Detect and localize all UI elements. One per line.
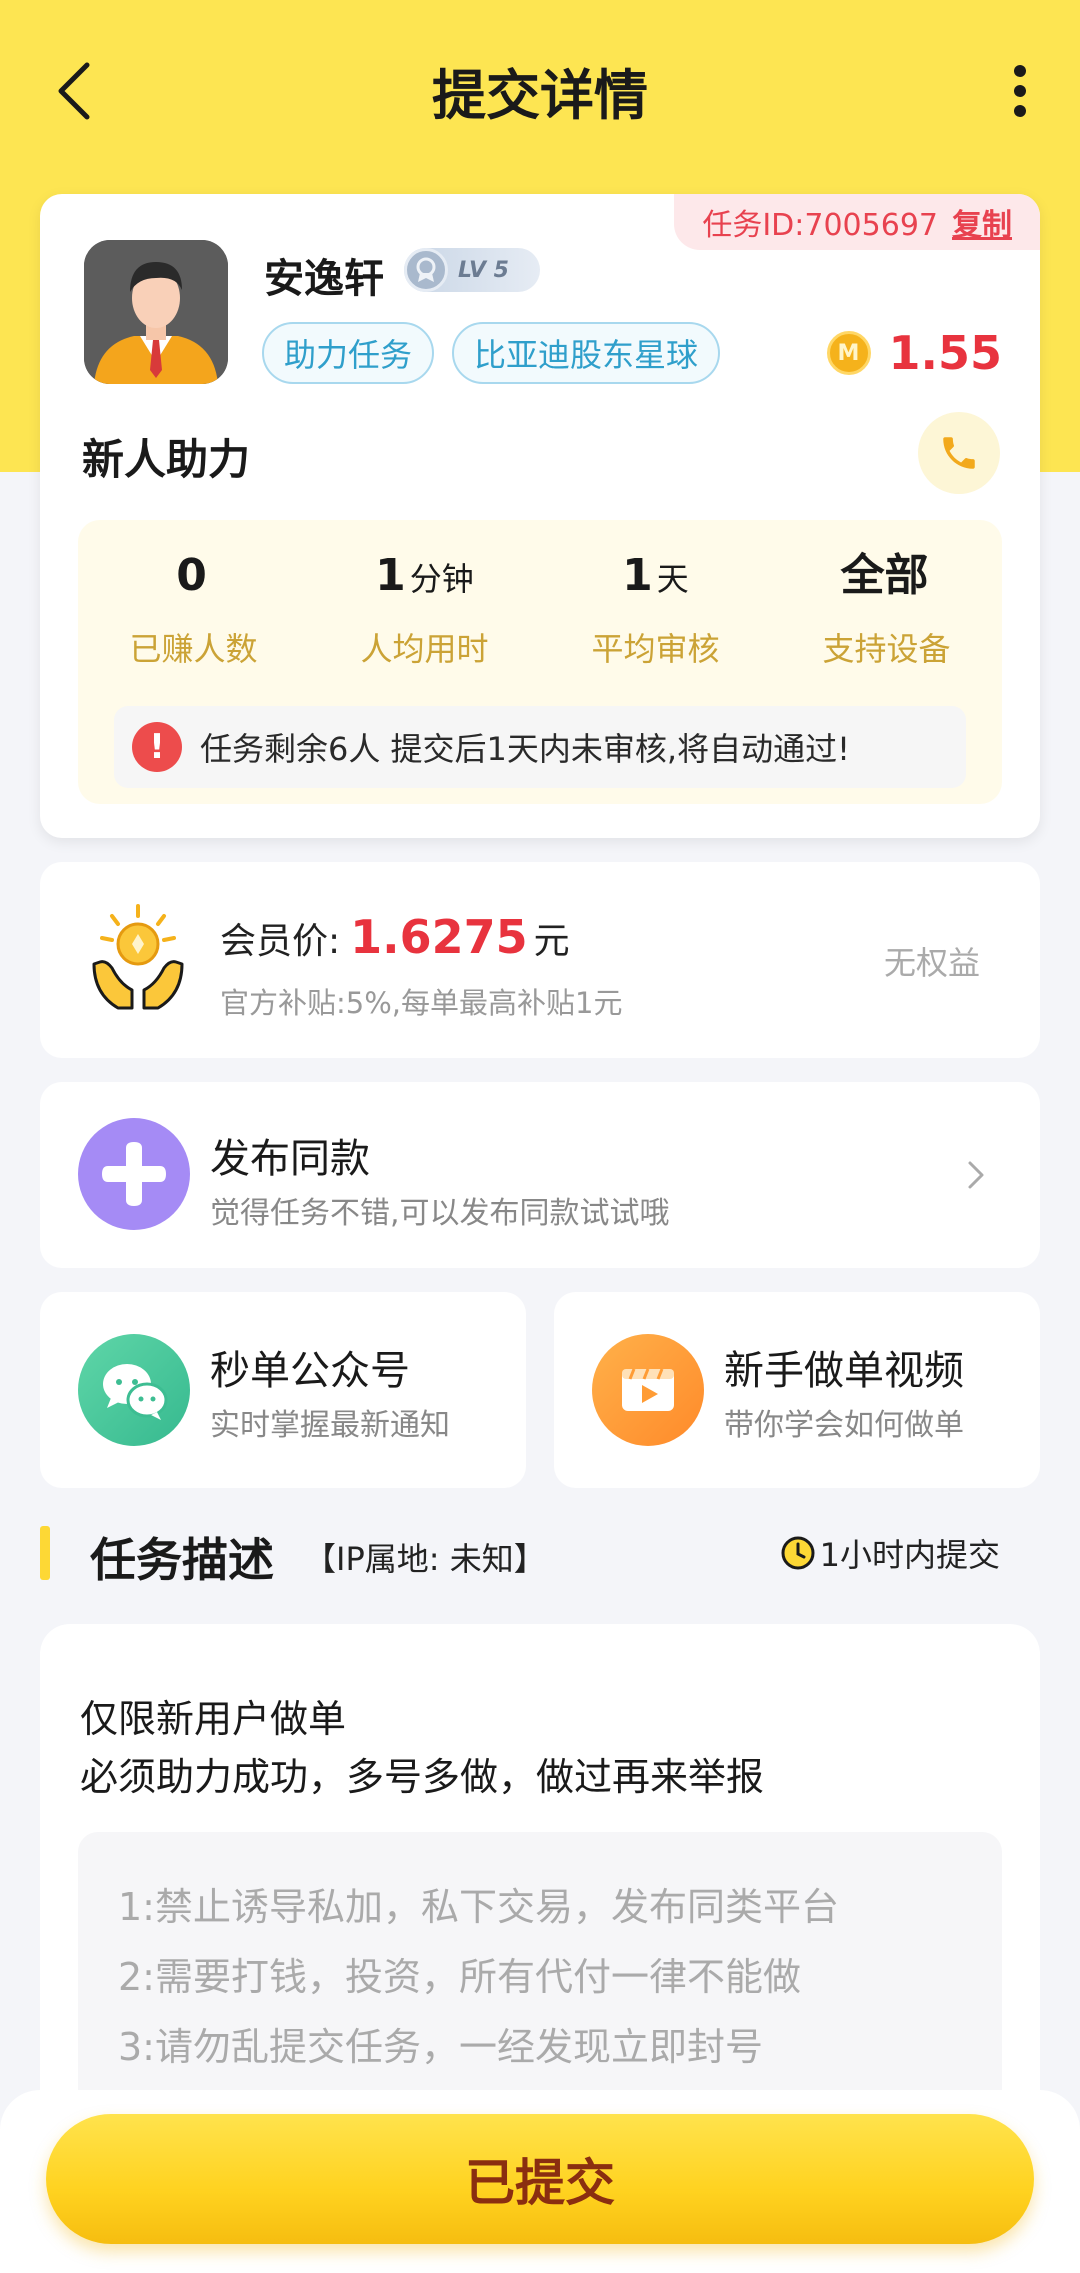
clock-icon — [781, 1536, 815, 1570]
hands-coin-icon — [92, 904, 184, 1010]
wechat-icon — [78, 1334, 190, 1446]
publish-same-card[interactable]: 发布同款 觉得任务不错,可以发布同款试试哦 — [40, 1082, 1040, 1268]
user-name: 安逸轩 — [264, 256, 384, 302]
warning-icon: ! — [132, 722, 182, 772]
stat-value: 1 — [622, 550, 653, 601]
task-group-tag: 比亚迪股东星球 — [452, 322, 721, 384]
stat-unit: 分钟 — [409, 560, 474, 598]
level-label: LV 5 — [458, 257, 509, 283]
call-button[interactable] — [918, 412, 1000, 494]
rule-item: 1:禁止诱导私加，私下交易，发布同类平台 — [118, 1885, 839, 1929]
more-vertical-icon — [1014, 65, 1026, 117]
avatar[interactable] — [84, 240, 228, 384]
back-button[interactable] — [40, 56, 110, 126]
coin-icon: M — [826, 331, 871, 375]
stat-label: 已赚人数 — [129, 630, 258, 668]
stat-label: 平均审核 — [591, 630, 720, 668]
section-accent-bar — [40, 1526, 50, 1580]
member-price-line: 会员价: 1.6275 元 — [220, 910, 570, 964]
member-price-value: 1.6275 — [350, 910, 528, 964]
task-id-tag: 任务ID:7005697 复制 — [674, 194, 1040, 250]
description-line: 仅限新用户做单 — [80, 1697, 347, 1741]
navigation-bar: 提交详情 — [0, 40, 1080, 140]
stat-supported-devices: 全部 支持设备 — [771, 546, 1002, 670]
submitted-button[interactable]: 已提交 — [46, 2114, 1034, 2244]
stat-unit: 天 — [656, 560, 689, 598]
time-limit-text: 1小时内提交 — [819, 1536, 1000, 1574]
chevron-left-icon — [58, 62, 90, 120]
task-title: 新人助力 — [82, 435, 251, 484]
tutorial-video-card[interactable]: 新手做单视频 带你学会如何做单 — [554, 1292, 1040, 1488]
member-subsidy-text: 官方补贴:5%,每单最高补贴1元 — [220, 986, 623, 1020]
task-id: 任务ID:7005697 — [702, 208, 938, 243]
plus-icon — [78, 1118, 190, 1230]
task-notice: ! 任务剩余6人 提交后1天内未审核,将自动通过! — [114, 706, 966, 788]
more-options-button[interactable] — [990, 56, 1050, 126]
chevron-right-icon — [956, 1152, 996, 1198]
description-line: 必须助力成功，多号多做，做过再来举报 — [80, 1755, 765, 1799]
member-price-label: 会员价: — [220, 921, 341, 962]
phone-icon — [943, 437, 975, 469]
rule-item: 3:请勿乱提交任务，一经发现立即封号 — [118, 2025, 763, 2069]
stat-label: 人均用时 — [360, 630, 489, 668]
stat-average-review: 1天 平均审核 — [540, 546, 771, 670]
rule-item: 2:需要打钱，投资，所有代付一律不能做 — [118, 1955, 801, 1999]
publish-subtitle: 觉得任务不错,可以发布同款试试哦 — [210, 1196, 670, 1231]
notice-text: 任务剩余6人 提交后1天内未审核,将自动通过! — [200, 730, 850, 768]
submit-time-limit: 1小时内提交 — [780, 1530, 1000, 1576]
task-info-card: 任务ID:7005697 复制 安逸轩 LV 5 助力任务 比亚迪股东星球 M … — [40, 194, 1040, 838]
wechat-card-title: 秒单公众号 — [210, 1348, 410, 1394]
member-price-currency: 元 — [533, 921, 570, 962]
avatar-person-icon — [84, 240, 228, 384]
reward: M 1.55 — [826, 322, 1003, 384]
task-stats: 0 已赚人数 1 分钟 人均用时 1天 平均审核 全部 支持设备 ! 任务剩余6人… — [78, 520, 1002, 804]
wechat-card-subtitle: 实时掌握最新通知 — [210, 1408, 450, 1443]
page-title: 提交详情 — [432, 63, 648, 127]
copy-task-id-button[interactable]: 复制 — [952, 200, 1012, 244]
member-price-card[interactable]: 会员价: 1.6275 元 官方补贴:5%,每单最高补贴1元 无权益 — [40, 862, 1040, 1058]
stat-value: 1 — [375, 550, 406, 601]
stat-average-time: 1 分钟 人均用时 — [309, 546, 540, 670]
stat-value: 0 — [176, 550, 207, 601]
video-card-title: 新手做单视频 — [724, 1348, 964, 1394]
task-type-tag: 助力任务 — [262, 322, 435, 384]
ip-location: 【IP属地: 未知】 — [304, 1540, 546, 1578]
level-badge: LV 5 — [404, 248, 540, 292]
wechat-official-account-card[interactable]: 秒单公众号 实时掌握最新通知 — [40, 1292, 526, 1488]
member-rights-status: 无权益 — [883, 944, 980, 982]
medal-icon — [404, 248, 448, 292]
publish-title: 发布同款 — [210, 1136, 370, 1182]
reward-amount: 1.55 — [888, 326, 1003, 380]
stat-value: 全部 — [840, 550, 929, 601]
section-title: 任务描述 — [90, 1533, 274, 1587]
video-card-subtitle: 带你学会如何做单 — [724, 1408, 964, 1443]
stat-earned-count: 0 已赚人数 — [78, 546, 309, 670]
video-icon — [592, 1334, 704, 1446]
stat-label: 支持设备 — [822, 630, 951, 668]
